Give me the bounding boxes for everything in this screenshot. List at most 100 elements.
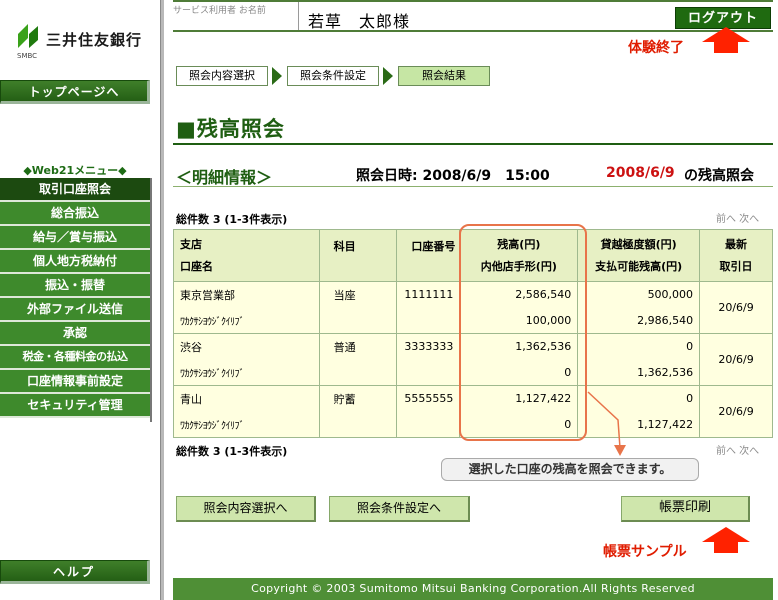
inquiry-time: 照会日時: 2008/6/9 15:00 [356, 168, 550, 184]
user-name: 若草 太郎様 [308, 12, 411, 31]
cell-branch: 渋谷 [173, 333, 320, 360]
table-row-sub: ﾜｶｸｻｼﾖｳｼﾞｸｲﾘﾌﾞ 0 1,127,422 [173, 411, 773, 438]
header-subject: 科目 [318, 229, 398, 282]
sidebar-item-local-tax[interactable]: 個人地方税納付 [0, 250, 150, 274]
cell-balance: 1,127,422 [459, 385, 579, 412]
detail-heading: ＜明細情報＞ [176, 168, 273, 187]
cell-empty [318, 359, 398, 386]
cell-bills: 100,000 [459, 307, 579, 334]
up-arrow-icon [702, 527, 750, 553]
table-header-row: 支店 口座名 科目 口座番号 残高(円) 内他店手形(円) 貸越極度額(円) 支… [173, 229, 773, 282]
up-arrow-icon [702, 27, 750, 53]
step-arrow-icon [383, 67, 393, 85]
header-latest: 最新 取引日 [699, 229, 773, 282]
help-button[interactable]: ヘルプ [0, 560, 150, 584]
cell-account-no: 1111111 [396, 281, 461, 308]
header-top-rule [173, 0, 773, 2]
table-row-sub: ﾜｶｸｻｼﾖｳｼﾞｸｲﾘﾌﾞ 0 1,362,536 [173, 359, 773, 386]
web21-menu-label: ◆Web21メニュー◆ [23, 164, 127, 177]
print-button[interactable]: 帳票印刷 [621, 496, 750, 522]
header-balance-label: 残高(円) [497, 237, 541, 251]
total-count: 総件数 3 (1-3件表示) [176, 213, 288, 226]
table-row: 青山 貯蓄 5555555 1,127,422 0 20/6/9 [173, 385, 773, 438]
cell-bills: 0 [459, 411, 579, 438]
cell-available: 1,362,536 [577, 359, 701, 386]
inquiry-suffix: の残高照会 [684, 168, 754, 184]
cell-empty [318, 411, 398, 438]
back-to-select-button[interactable]: 照会内容選択へ [176, 496, 316, 522]
user-caption: サービス利用者 お名前 [173, 6, 266, 16]
sidebar-item-file-send[interactable]: 外部ファイル送信 [0, 298, 150, 322]
user-divider [298, 2, 299, 32]
cell-balance: 2,586,540 [459, 281, 579, 308]
sidebar: 三井住友銀行 SMBC トップページへ ◆Web21メニュー◆ 取引口座照会 総… [0, 0, 152, 600]
bank-sub: SMBC [17, 52, 38, 60]
cell-kana: ﾜｶｸｻｼﾖｳｼﾞｸｲﾘﾌﾞ [173, 359, 320, 386]
header-available-label: 支払可能残高(円) [595, 259, 683, 273]
cell-branch: 東京営業部 [173, 281, 320, 308]
cell-overdraft: 500,000 [577, 281, 701, 308]
cell-bills: 0 [459, 359, 579, 386]
cell-date: 20/6/9 [699, 333, 773, 386]
logout-note: 体験終了 [628, 40, 684, 56]
header-bills-label: 内他店手形(円) [480, 259, 557, 273]
header-branch: 支店 口座名 [173, 229, 320, 282]
header-branch-label: 支店 [180, 237, 202, 251]
header-balance: 残高(円) 内他店手形(円) [459, 229, 579, 282]
sidebar-item-approval[interactable]: 承認 [0, 322, 150, 346]
sidebar-item-account-settings[interactable]: 口座情報事前設定 [0, 370, 150, 394]
page-title: ■残高照会 [176, 117, 285, 141]
cell-subject: 普通 [318, 333, 398, 360]
step-conditions: 照会条件設定 [287, 66, 379, 86]
back-to-conditions-button[interactable]: 照会条件設定へ [329, 496, 470, 522]
step-arrow-icon [272, 67, 282, 85]
detail-rule [173, 186, 773, 187]
bank-logo: 三井住友銀行 SMBC [14, 20, 150, 64]
step-select: 照会内容選択 [176, 66, 268, 86]
table-row: 東京営業部 当座 1111111 2,586,540 500,000 20/6/… [173, 281, 773, 334]
cell-subject: 貯蓄 [318, 385, 398, 412]
sidebar-item-salary-transfer[interactable]: 給与／賞与振込 [0, 226, 150, 250]
cell-balance: 1,362,536 [459, 333, 579, 360]
sidebar-menu: 取引口座照会 総合振込 給与／賞与振込 個人地方税納付 振込・振替 外部ファイル… [0, 178, 150, 418]
cell-empty [396, 359, 461, 386]
header-latest-label: 最新 [725, 237, 748, 251]
smbc-logo-icon [18, 24, 38, 48]
pager[interactable]: 前へ 次へ [716, 210, 759, 225]
cell-account-no: 5555555 [396, 385, 461, 412]
title-rule [173, 143, 773, 145]
cell-kana: ﾜｶｸｻｼﾖｳｼﾞｸｲﾘﾌﾞ [173, 307, 320, 334]
table-row-sub: ﾜｶｸｻｼﾖｳｼﾞｸｲﾘﾌﾞ 100,000 2,986,540 [173, 307, 773, 334]
top-page-button[interactable]: トップページへ [0, 80, 150, 104]
cell-overdraft: 0 [577, 333, 701, 360]
bank-name: 三井住友銀行 [46, 31, 143, 49]
cell-kana: ﾜｶｸｻｼﾖｳｼﾞｸｲﾘﾌﾞ [173, 411, 320, 438]
cell-empty [396, 307, 461, 334]
cell-account-no: 3333333 [396, 333, 461, 360]
header-trade-date-label: 取引日 [719, 259, 753, 273]
cell-overdraft: 0 [577, 385, 701, 412]
step-results: 照会結果 [398, 66, 490, 86]
sidebar-item-general-transfer[interactable]: 総合振込 [0, 202, 150, 226]
footer-copyright: Copyright © 2003 Sumitomo Mitsui Banking… [173, 578, 773, 600]
print-sample-note: 帳票サンプル [603, 544, 687, 560]
header-overdraft-label: 貸越極度額(円) [600, 237, 677, 251]
cell-empty [396, 411, 461, 438]
cell-available: 1,127,422 [577, 411, 701, 438]
sidebar-item-tax-payment[interactable]: 税金・各種料金の払込 [0, 346, 150, 370]
header-overdraft: 貸越極度額(円) 支払可能残高(円) [577, 229, 701, 282]
sidebar-item-security[interactable]: セキュリティ管理 [0, 394, 150, 418]
cell-available: 2,986,540 [577, 307, 701, 334]
accounts-table: 支店 口座名 科目 口座番号 残高(円) 内他店手形(円) 貸越極度額(円) 支… [173, 229, 773, 438]
sidebar-item-transfer[interactable]: 振込・振替 [0, 274, 150, 298]
table-row: 渋谷 普通 3333333 1,362,536 0 20/6/9 [173, 333, 773, 386]
sidebar-divider [160, 0, 164, 600]
header-rule [173, 30, 773, 32]
cell-branch: 青山 [173, 385, 320, 412]
header-account-name-label: 口座名 [180, 259, 213, 273]
cell-empty [318, 307, 398, 334]
pager-bottom[interactable]: 前へ 次へ [716, 442, 759, 457]
sidebar-item-account-inquiry[interactable]: 取引口座照会 [0, 178, 150, 202]
inquiry-date: 2008/6/9 [606, 165, 675, 181]
cell-date: 20/6/9 [699, 385, 773, 438]
